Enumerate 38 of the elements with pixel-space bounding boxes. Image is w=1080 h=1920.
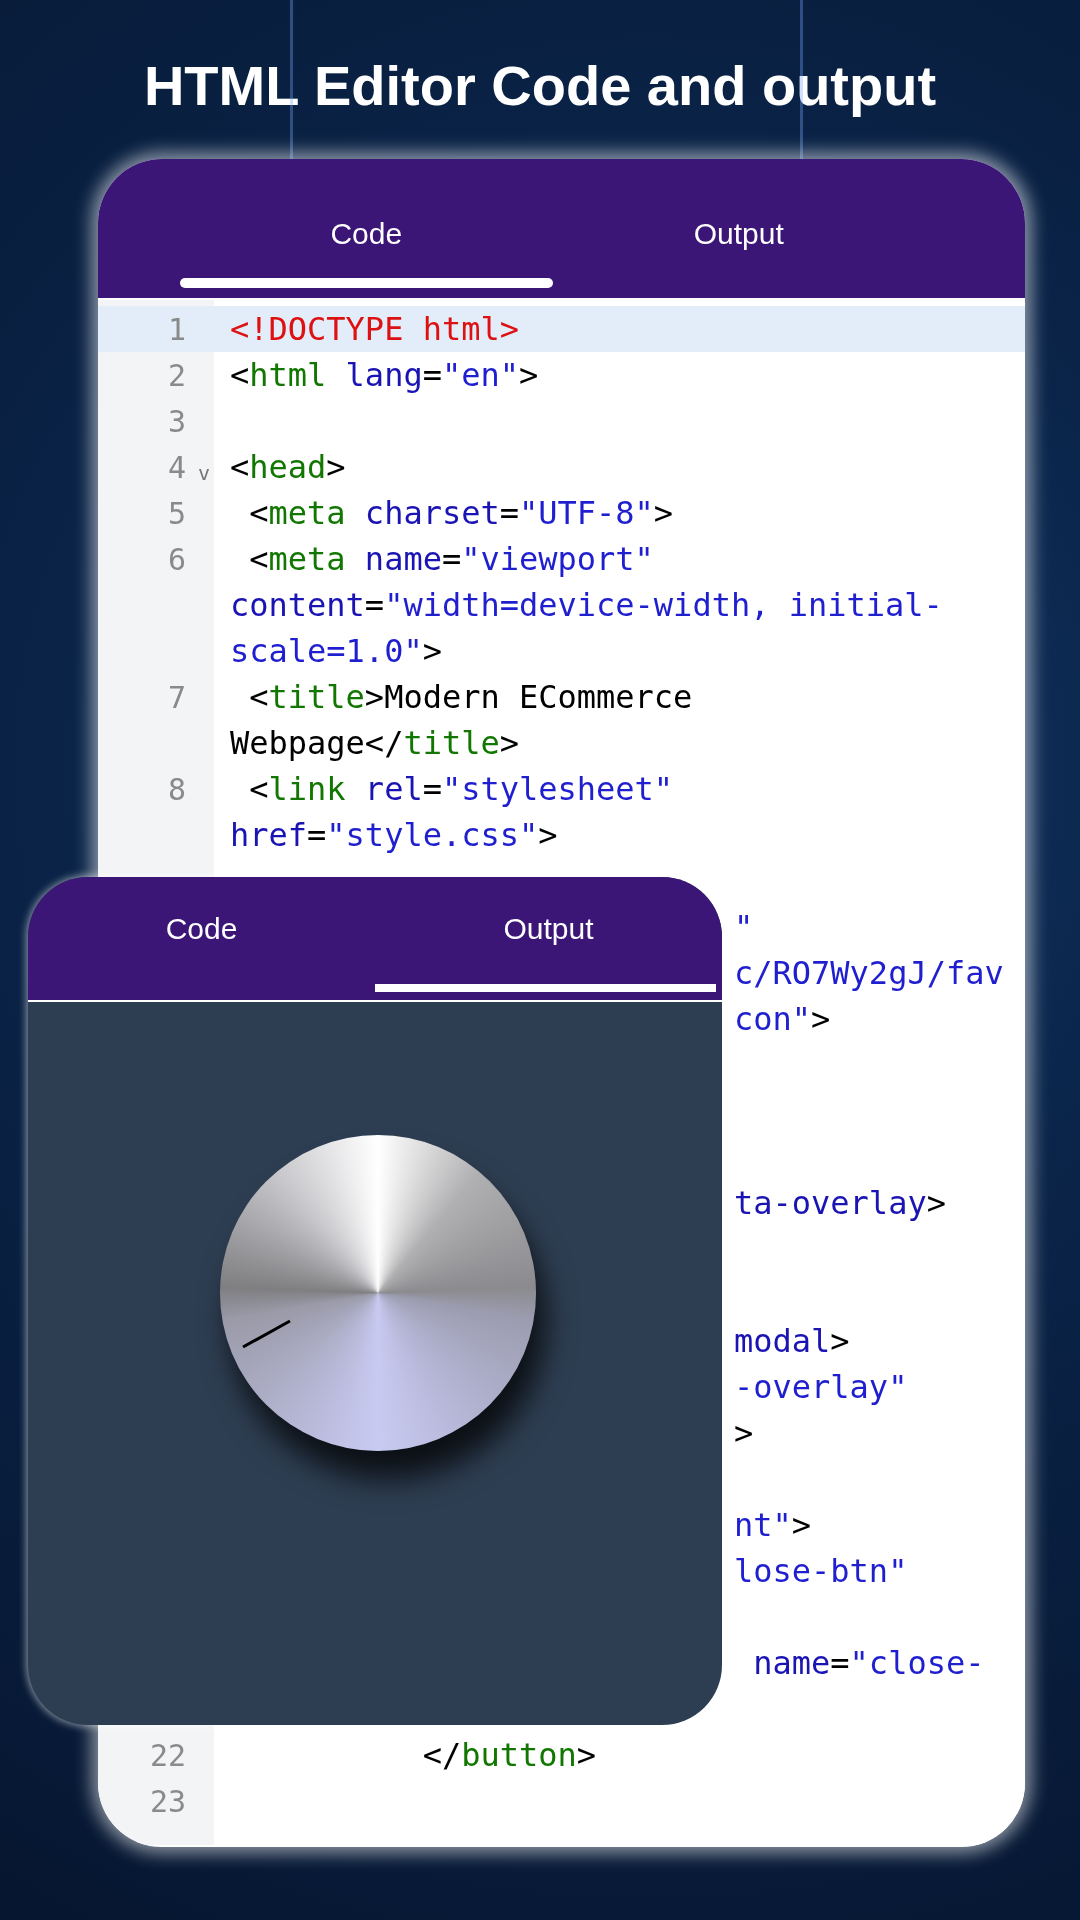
fold-marker[interactable]: v	[197, 458, 210, 488]
code-line: ta-overlay>	[734, 1183, 946, 1224]
code-line: <!DOCTYPE html>	[229, 309, 519, 350]
tab[interactable]: Output	[552, 159, 925, 298]
code-line: "	[734, 907, 754, 948]
line-number: 3	[167, 402, 186, 441]
code-line: c/RO7Wy2gJ/fav	[734, 953, 1004, 994]
code-line: >	[734, 1413, 754, 1454]
line-number: 5	[167, 494, 186, 533]
code-line: Webpage</title>	[229, 723, 519, 764]
line-number: 1	[167, 310, 186, 349]
tab[interactable]: Code	[180, 159, 553, 298]
tab[interactable]: Output	[375, 877, 722, 1000]
code-line: scale=1.0">	[229, 631, 442, 672]
code-line: <link rel="stylesheet"	[248, 769, 674, 810]
line-number: 23	[149, 1782, 186, 1821]
line-number: 6	[167, 540, 186, 579]
line-number: 4	[167, 448, 186, 487]
code-line: href="style.css">	[229, 815, 558, 856]
headline: HTML Editor Code and output	[142, 53, 938, 119]
tab[interactable]: Code	[28, 877, 375, 1000]
code-line: name="close-	[752, 1643, 985, 1684]
code-line: lose-btn"	[734, 1551, 908, 1592]
code-line: </button>	[421, 1735, 597, 1776]
line-number: 7	[167, 678, 186, 717]
code-line: modal>	[734, 1321, 850, 1362]
code-line: <meta name="viewport"	[248, 539, 654, 580]
line-number: 22	[149, 1736, 186, 1775]
code-line: nt">	[734, 1505, 812, 1546]
code-line: <head>	[229, 447, 346, 488]
line-number: 8	[167, 770, 186, 809]
code-line: con">	[734, 999, 831, 1040]
code-line: -overlay"	[734, 1367, 908, 1408]
code-line: content="width=device-width, initial-	[229, 585, 943, 626]
code-line: <title>Modern ECommerce	[248, 677, 693, 718]
line-number: 2	[167, 356, 186, 395]
code-line: <html lang="en">	[229, 355, 539, 396]
code-line: <meta charset="UTF-8">	[248, 493, 674, 534]
